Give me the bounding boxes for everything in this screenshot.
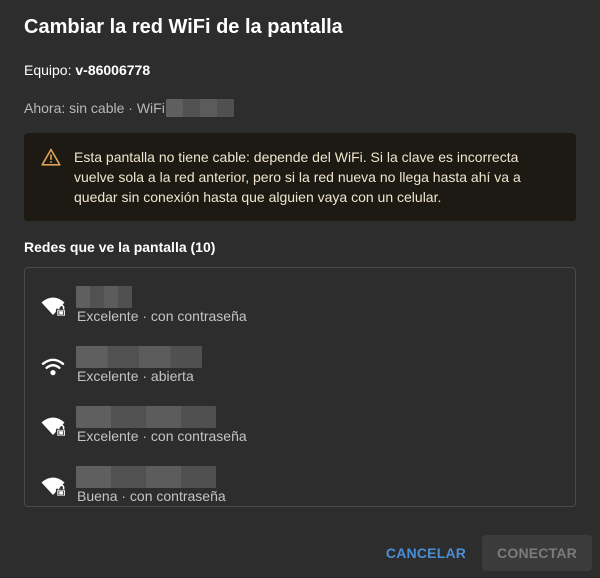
warning-text: Esta pantalla no tiene cable: depende de… — [74, 149, 521, 205]
network-meta: Excelente · con contraseña — [77, 308, 247, 324]
network-item[interactable]: Excelente · abierta — [25, 328, 575, 388]
network-item[interactable]: Excelente · con contraseña — [25, 388, 575, 448]
device-id: v-86006778 — [75, 62, 151, 78]
current-status: Ahora: sin cable · WiFi — [24, 100, 165, 116]
network-meta: Excelente · con contraseña — [77, 428, 247, 444]
wifi-locked-icon — [41, 417, 67, 437]
network-item[interactable]: Excelente · con contraseña — [25, 268, 575, 328]
device-info: Equipo: v-86006778 — [24, 62, 150, 78]
network-name-redacted — [76, 346, 202, 368]
connect-button[interactable]: CONECTAR — [482, 535, 592, 571]
device-label: Equipo: — [24, 62, 72, 78]
network-name-redacted — [76, 286, 132, 308]
network-meta: Buena · con contraseña — [77, 488, 226, 504]
redacted-ssid — [165, 99, 234, 117]
dialog-title: Cambiar la red WiFi de la pantalla — [24, 16, 343, 38]
warning-icon — [41, 148, 61, 166]
network-item[interactable]: Buena · con contraseña — [25, 448, 575, 506]
networks-title: Redes que ve la pantalla (10) — [24, 239, 216, 255]
wifi-icon — [41, 358, 65, 376]
wifi-locked-icon — [41, 477, 67, 497]
network-name-redacted — [76, 406, 216, 428]
network-meta: Excelente · abierta — [77, 368, 194, 384]
cancel-button[interactable]: CANCELAR — [378, 536, 474, 570]
network-list[interactable]: Excelente · con contraseña Excelente · a… — [24, 267, 576, 507]
warning-banner: Esta pantalla no tiene cable: depende de… — [24, 133, 576, 221]
current-connection: Ahora: sin cable · WiFi — [24, 99, 234, 117]
wifi-locked-icon — [41, 297, 67, 317]
network-name-redacted — [76, 466, 216, 488]
